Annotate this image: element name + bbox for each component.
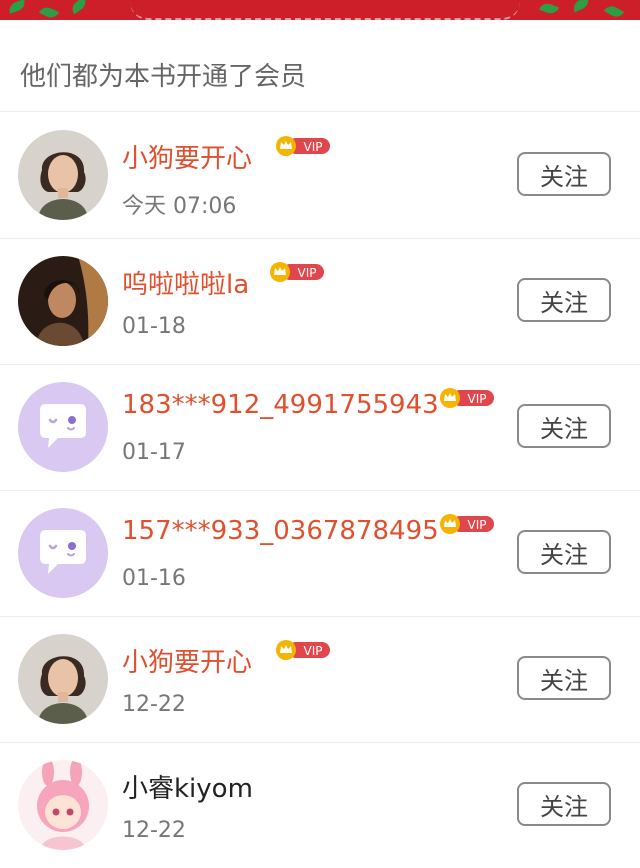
leaf-icon — [69, 0, 89, 15]
member-row[interactable]: 小狗要开心 VIP 今天 07:06 关注 — [0, 112, 640, 238]
leaf-icon — [38, 4, 60, 20]
join-time: 01-16 — [122, 566, 186, 591]
member-row[interactable]: 呜啦啦啦la VIP 01-18 关注 — [0, 238, 640, 364]
default-chat-avatar-icon — [18, 508, 108, 598]
member-row[interactable]: 183***912_4991755943 VIP 01-17 关注 — [0, 364, 640, 490]
member-name[interactable]: 小睿kiyom — [122, 768, 253, 805]
member-row[interactable]: 小睿kiyom 12-22 关注 — [0, 742, 640, 868]
top-banner — [0, 0, 640, 20]
member-name[interactable]: 小狗要开心 — [122, 138, 252, 175]
leaf-icon — [539, 1, 559, 16]
join-time: 12-22 — [122, 692, 186, 717]
vip-badge-icon: VIP — [270, 262, 324, 282]
follow-button[interactable]: 关注 — [517, 152, 611, 196]
svg-text:VIP: VIP — [304, 140, 323, 154]
avatar[interactable] — [18, 130, 108, 220]
member-name[interactable]: 呜啦啦啦la — [122, 264, 249, 301]
follow-button[interactable]: 关注 — [517, 782, 611, 826]
default-chat-avatar-icon — [18, 382, 108, 472]
svg-text:VIP: VIP — [298, 266, 317, 280]
avatar[interactable] — [18, 256, 108, 346]
follow-button[interactable]: 关注 — [517, 656, 611, 700]
join-time: 01-17 — [122, 440, 186, 465]
anime-girl-icon — [18, 760, 108, 850]
follow-button[interactable]: 关注 — [517, 278, 611, 322]
member-name[interactable]: 小狗要开心 — [122, 642, 252, 679]
section-title: 他们都为本书开通了会员 — [20, 62, 307, 92]
join-time: 12-22 — [122, 818, 186, 843]
leaf-icon — [603, 3, 625, 20]
vip-badge-icon: VIP — [276, 640, 330, 660]
follow-button[interactable]: 关注 — [517, 404, 611, 448]
avatar[interactable] — [18, 508, 108, 598]
member-name[interactable]: 157***933_0367878495 — [122, 516, 439, 546]
join-time: 01-18 — [122, 314, 186, 339]
member-name[interactable]: 183***912_4991755943 — [122, 390, 439, 420]
avatar[interactable] — [18, 634, 108, 724]
avatar[interactable] — [18, 382, 108, 472]
vip-badge-icon: VIP — [440, 514, 494, 534]
photo-woman-icon — [18, 256, 108, 346]
svg-text:VIP: VIP — [468, 392, 487, 406]
banner-decoration — [130, 2, 520, 20]
svg-text:VIP: VIP — [304, 644, 323, 658]
vip-badge-icon: VIP — [276, 136, 330, 156]
svg-text:VIP: VIP — [468, 518, 487, 532]
leaf-icon — [7, 0, 27, 14]
photo-woman-icon — [18, 634, 108, 724]
leaf-icon — [570, 0, 592, 13]
vip-badge-icon: VIP — [440, 388, 494, 408]
photo-woman-icon — [18, 130, 108, 220]
follow-button[interactable]: 关注 — [517, 530, 611, 574]
member-row[interactable]: 157***933_0367878495 VIP 01-16 关注 — [0, 490, 640, 616]
join-time: 今天 07:06 — [122, 194, 237, 219]
member-row[interactable]: 小狗要开心 VIP 12-22 关注 — [0, 616, 640, 742]
avatar[interactable] — [18, 760, 108, 850]
